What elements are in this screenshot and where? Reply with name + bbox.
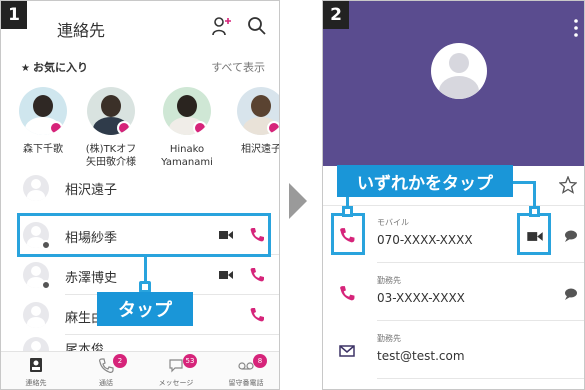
status-badge xyxy=(193,121,207,135)
tap-callout: タップ xyxy=(97,292,193,326)
favorite-name: Hinako Yamanami xyxy=(161,144,213,168)
message-icon[interactable] xyxy=(563,229,579,243)
phone-icon[interactable] xyxy=(250,307,264,322)
contact-name: 赤澤博史 xyxy=(65,271,118,286)
work-email-row[interactable]: 勤務先 test@test.com xyxy=(323,323,584,379)
star-icon: ★ xyxy=(21,63,30,74)
avatar xyxy=(23,175,49,201)
video-call-icon[interactable] xyxy=(219,270,233,280)
number-type-label: 勤務先 xyxy=(377,276,401,285)
message-icon[interactable] xyxy=(563,287,579,301)
mail-icon[interactable] xyxy=(339,343,355,359)
number-type-label: モバイル xyxy=(377,218,409,227)
status-badge xyxy=(267,121,279,135)
contact-detail-screen: 2 モバイル 070-XXXX-XXXX 勤務先 03-XXXX-XXXX 勤務… xyxy=(322,0,585,390)
contacts-icon xyxy=(30,358,42,372)
status-badge xyxy=(49,121,63,135)
phone-icon[interactable] xyxy=(339,285,355,301)
avatar xyxy=(163,87,211,135)
phone-number: 070-XXXX-XXXX xyxy=(377,233,473,247)
calls-badge: 2 xyxy=(113,354,127,368)
favorite-item[interactable]: 森下千歌 xyxy=(13,87,73,156)
favorite-name: 森下千歌 xyxy=(23,144,63,155)
messages-badge: 53 xyxy=(183,354,197,368)
email-type-label: 勤務先 xyxy=(377,334,401,343)
step-badge-2: 2 xyxy=(323,1,349,29)
avatar xyxy=(237,87,279,135)
favorite-item[interactable]: 相沢遠子 xyxy=(231,87,280,156)
tab-label: 留守番電話 xyxy=(228,379,264,387)
tab-label: メッセージ xyxy=(158,379,194,387)
email-address: test@test.com xyxy=(377,349,465,363)
favorite-star-icon[interactable] xyxy=(559,176,577,194)
favorites-label: ★ お気に入り xyxy=(21,59,88,75)
video-call-highlight xyxy=(517,213,551,255)
contacts-header: 連絡先 xyxy=(1,1,279,51)
avatar xyxy=(23,302,49,328)
phone-icon xyxy=(99,358,114,373)
tab-label: 連絡先 xyxy=(25,379,47,387)
contact-name: 相沢遠子 xyxy=(65,183,118,198)
avatar xyxy=(19,87,67,135)
step-badge-1: 1 xyxy=(1,1,27,29)
tab-contacts[interactable]: 連絡先 xyxy=(1,352,71,389)
avatar xyxy=(87,87,135,135)
phone-call-highlight xyxy=(331,213,365,255)
contact-name: 尾本俊 xyxy=(65,343,105,351)
contact-row[interactable]: 尾本俊 xyxy=(1,331,279,351)
contact-row[interactable]: 相沢遠子 xyxy=(1,173,279,203)
tab-label: 通話 xyxy=(99,379,113,387)
favorite-name: (株)TKオフ 矢田敬介様 xyxy=(85,144,137,168)
favorites-label-text: お気に入り xyxy=(32,61,88,74)
work-number-row[interactable]: 勤務先 03-XXXX-XXXX xyxy=(323,265,584,321)
bottom-tab-bar: 連絡先 2 通話 53 メッセージ 8 留守番電話 xyxy=(1,351,279,389)
search-icon[interactable] xyxy=(246,15,268,37)
phone-number: 03-XXXX-XXXX xyxy=(377,291,465,305)
tap-either-callout: いずれかをタップ xyxy=(337,165,513,197)
favorite-item[interactable]: Hinako Yamanami xyxy=(157,87,217,169)
voicemail-badge: 8 xyxy=(253,354,267,368)
selection-highlight xyxy=(17,213,271,257)
show-all-link[interactable]: すべて表示 xyxy=(211,59,265,75)
contact-header xyxy=(323,1,584,166)
voicemail-icon xyxy=(238,362,254,370)
status-badge xyxy=(117,121,131,135)
favorite-name: 相沢遠子 xyxy=(241,144,280,155)
tab-calls[interactable]: 2 通話 xyxy=(71,352,141,389)
avatar xyxy=(431,43,487,99)
avatar xyxy=(23,337,49,351)
add-contact-icon[interactable] xyxy=(211,15,233,37)
message-icon xyxy=(169,359,183,373)
favorite-item[interactable]: (株)TKオフ 矢田敬介様 xyxy=(81,87,141,169)
page-title: 連絡先 xyxy=(57,21,106,40)
tab-voicemail[interactable]: 8 留守番電話 xyxy=(211,352,279,389)
status-dot xyxy=(41,280,51,290)
tab-messages[interactable]: 53 メッセージ xyxy=(141,352,211,389)
tutorial-stage: 1 連絡先 ★ お気に入り すべて表示 森下千歌 (株)TKオフ 矢田敬介様 H… xyxy=(0,0,585,390)
step-arrow xyxy=(289,183,307,219)
favorites-bar: ★ お気に入り すべて表示 xyxy=(1,59,279,79)
contacts-screen: 1 連絡先 ★ お気に入り すべて表示 森下千歌 (株)TKオフ 矢田敬介様 H… xyxy=(0,0,280,390)
more-menu-icon[interactable] xyxy=(574,19,578,37)
phone-icon[interactable] xyxy=(250,267,264,282)
